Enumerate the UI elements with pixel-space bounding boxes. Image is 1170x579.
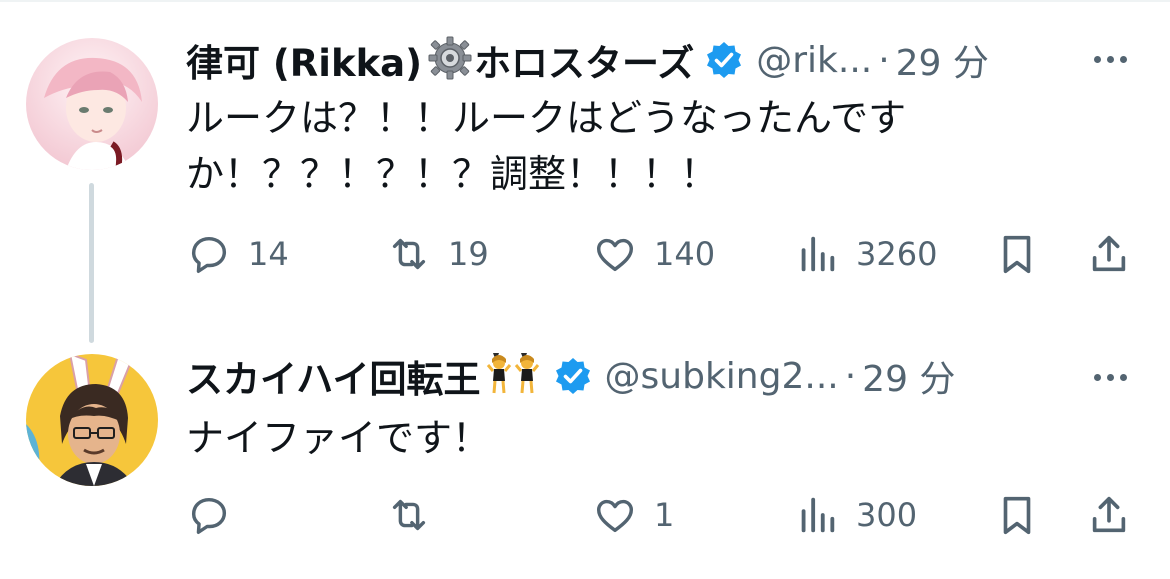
tweet-text: ナイファイです！ [186, 410, 490, 466]
share-icon [1092, 496, 1126, 533]
tweet-text: ルークは？！！ルークはどうなったんです か！？？！？！？調整！！！！ [186, 90, 906, 202]
views-button[interactable]: 3260 [794, 229, 937, 279]
share-icon [1092, 235, 1126, 272]
retweet-icon [392, 238, 426, 270]
action-bar: 14 19 140 3260 [186, 229, 1146, 279]
tweet-header: 律可 (Rikka) ホロスターズ @rik... · 29 分 [186, 34, 989, 86]
display-name[interactable]: 律可 (Rikka) [186, 33, 422, 87]
bookmark-icon [1003, 496, 1031, 535]
like-count: 140 [654, 235, 716, 273]
tweet-text-line: ナイファイです！ [186, 416, 491, 460]
tweet-header: スカイハイ回転王 @subking2... · 29 分 [186, 350, 955, 402]
tweet-1[interactable]: 律可 (Rikka) ホロスターズ @rik... · 29 分 ルークは？！！… [0, 0, 1170, 343]
share-button[interactable] [1086, 490, 1132, 540]
dancers-emoji [485, 349, 543, 404]
more-icon[interactable] [1094, 56, 1127, 63]
gear-icon [426, 34, 474, 86]
verified-badge-icon [553, 356, 593, 396]
thread-line [89, 183, 94, 343]
action-bar: 1 300 [186, 490, 1146, 540]
bookmark-button[interactable] [994, 490, 1040, 540]
retweet-button[interactable]: 19 [386, 229, 489, 279]
timestamp[interactable]: 29 分 [896, 34, 989, 86]
heart-icon [596, 238, 634, 272]
tweet-2[interactable]: スカイハイ回転王 @subking2... · 29 分 ナイファイです！ 1 … [0, 340, 1170, 579]
verified-badge-icon [704, 40, 744, 80]
heart-icon [596, 499, 634, 533]
avatar[interactable] [26, 354, 158, 486]
reply-button[interactable] [186, 490, 248, 540]
timestamp[interactable]: 29 分 [862, 350, 955, 402]
more-icon[interactable] [1094, 374, 1127, 381]
views-count: 300 [856, 496, 918, 534]
views-count: 3260 [856, 235, 938, 273]
reply-icon [191, 497, 227, 534]
like-count: 1 [654, 496, 675, 534]
bookmark-icon [1003, 235, 1031, 274]
retweet-count: 19 [448, 235, 489, 273]
retweet-icon [392, 499, 426, 531]
like-button[interactable]: 1 [592, 490, 674, 540]
reply-button[interactable]: 14 [186, 229, 289, 279]
handle[interactable]: @rik... [756, 40, 872, 81]
views-chart-icon [801, 236, 835, 272]
like-button[interactable]: 140 [592, 229, 715, 279]
separator-dot: · [878, 39, 890, 81]
reply-count: 14 [248, 235, 289, 273]
display-name[interactable]: スカイハイ回転王 [186, 349, 481, 403]
handle[interactable]: @subking2... [605, 356, 839, 397]
reply-icon [191, 236, 227, 273]
views-button[interactable]: 300 [794, 490, 917, 540]
separator-dot: · [844, 355, 857, 397]
tweet-text-line: ルークは？！！ルークはどうなったんです [186, 96, 907, 140]
views-chart-icon [801, 497, 835, 533]
retweet-button[interactable] [386, 490, 448, 540]
share-button[interactable] [1086, 229, 1132, 279]
bookmark-button[interactable] [994, 229, 1040, 279]
display-name-suffix[interactable]: ホロスターズ [474, 33, 694, 87]
tweet-text-line: か！？？！？！？調整！！！！ [186, 152, 719, 196]
avatar[interactable] [26, 38, 158, 170]
